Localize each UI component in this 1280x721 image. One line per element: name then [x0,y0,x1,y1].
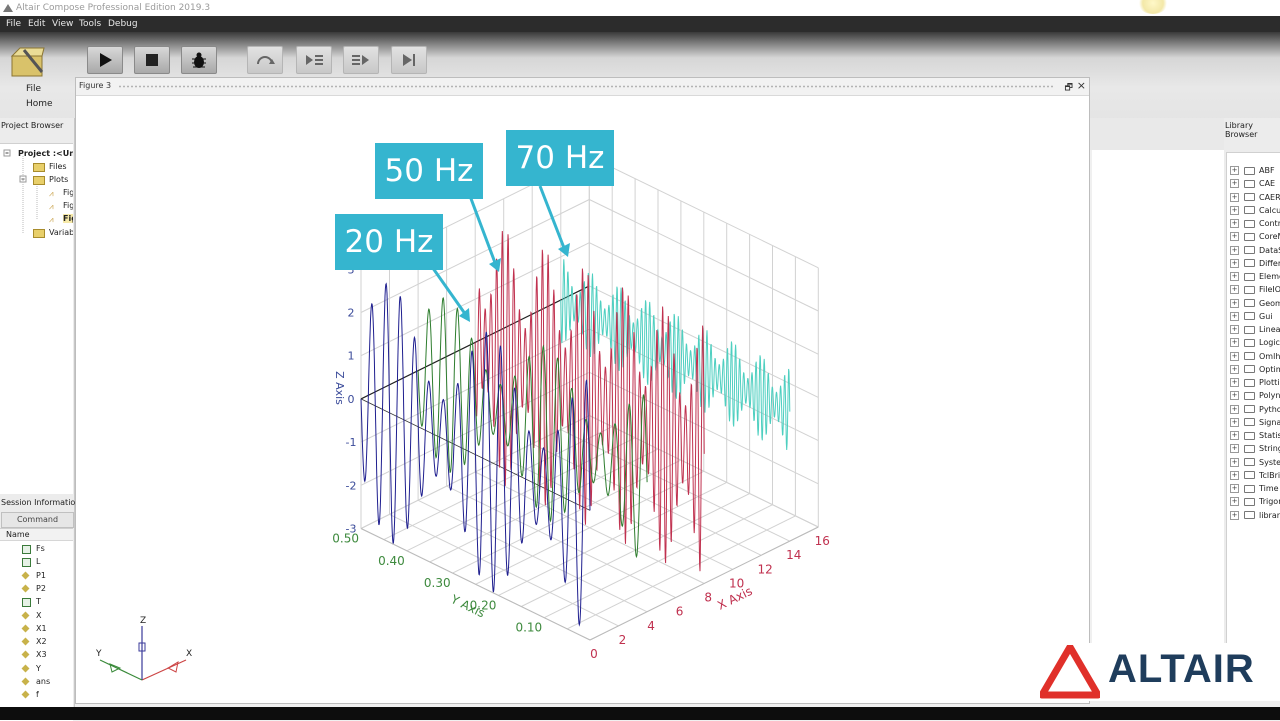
z-tick-label: 0 [348,393,355,406]
callout-20hz: 20 Hz [335,214,443,270]
y-axis-title: Y Axis [448,592,487,621]
callout-50hz: 50 Hz [375,143,483,199]
triad-x-marker [166,660,179,673]
z-tick-label: -2 [346,479,357,492]
x-tick-label: 6 [676,605,684,619]
x-tick-label: 12 [758,562,773,576]
altair-logo-icon [1040,645,1100,699]
plot-3d[interactable]: 02468101214160.100.200.300.400.50-3-2-10… [0,0,1280,720]
x-tick-label: 2 [619,633,627,647]
x-tick-label: 0 [590,647,598,661]
z-axis-title: Z Axis [333,371,346,405]
x-tick-label: 4 [647,619,655,633]
callout-70hz: 70 Hz [506,130,614,186]
z-tick-label: 2 [348,307,355,320]
taskbar [0,707,1280,720]
z-tick-label: -3 [346,523,357,536]
triad-x-axis [141,659,187,681]
y-tick-label: 0.40 [378,554,405,568]
y-axis-line [360,528,591,641]
y-tick-label: 0.10 [515,621,542,635]
z-tick-label: 1 [348,350,355,363]
callout-pointer [468,195,499,269]
altair-wordmark: ALTAIR [1108,647,1255,691]
grid-line [498,481,727,596]
altair-logo: ALTAIR [1036,643,1280,701]
x-tick-label: 16 [815,534,830,548]
triad-x-label: X [186,649,192,659]
y-tick-label: 0.30 [424,576,451,590]
x-tick-label: 8 [704,591,712,605]
callout-pointer [538,185,568,254]
triad-y-label: Y [95,649,102,659]
z-tick-label: -1 [346,436,357,449]
x-axis-line [589,526,819,641]
triad-y-axis [99,659,143,681]
triad-z-label: Z [140,616,146,626]
x-tick-label: 14 [786,548,801,562]
